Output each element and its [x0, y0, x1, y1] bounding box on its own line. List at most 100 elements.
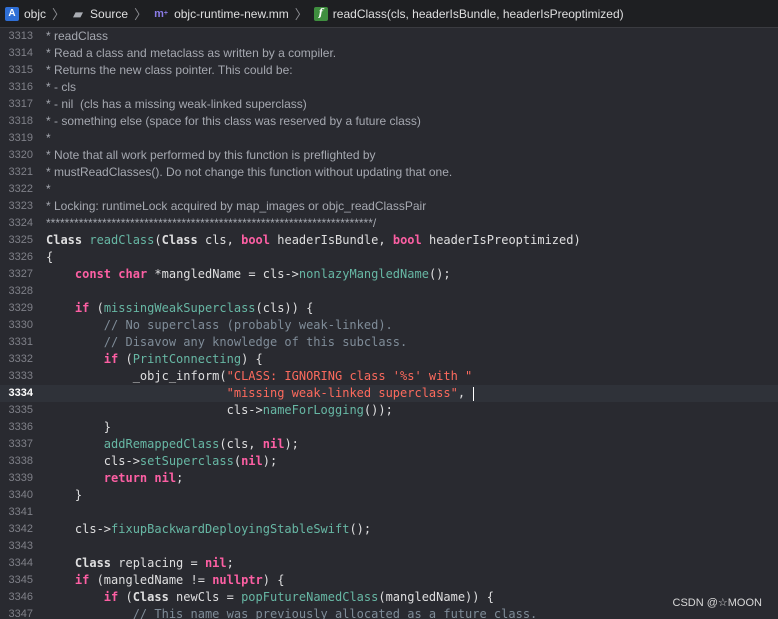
code-token: if [74, 573, 90, 587]
code-token: (cls)) { [255, 301, 314, 315]
code-token: ); [284, 437, 299, 451]
code-token: popFutureNamedClass [241, 590, 379, 604]
code-token: Class [46, 233, 90, 247]
breadcrumb-folder[interactable]: ▰ Source [71, 7, 128, 21]
code-text: if (missingWeakSuperclass(cls)) { [46, 300, 313, 317]
code-token: (); [349, 522, 372, 536]
code-token: headerIsPreoptimized) [421, 233, 581, 247]
code-text: cls->nameForLogging()); [46, 402, 393, 419]
line-number: 3337 [8, 438, 33, 450]
code-token: return [103, 471, 148, 485]
code-token: ); [262, 454, 278, 468]
doc-comment-text: * - nil (cls has a missing weak-linked s… [46, 97, 307, 111]
code-line[interactable]: 3329 if (missingWeakSuperclass(cls)) { [0, 300, 778, 317]
code-token: _objc_inform( [46, 369, 227, 383]
code-line[interactable]: 3318 * - something else (space for this c… [0, 113, 778, 130]
code-text: cls->fixupBackwardDeployingStableSwift()… [46, 521, 371, 538]
code-line[interactable]: 3327 const char *mangledName = cls->nonl… [0, 266, 778, 283]
code-line[interactable]: 3347 // This name was previously allocat… [0, 606, 778, 619]
code-token: ( [89, 301, 104, 315]
code-line[interactable]: 3324 ************************************… [0, 215, 778, 232]
code-line[interactable]: 3343 [0, 538, 778, 555]
code-token: "CLASS: IGNORING class '%s' with " [226, 369, 473, 383]
code-line[interactable]: 3325 Class readClass(Class cls, bool head… [0, 232, 778, 249]
code-token: nil [154, 471, 177, 485]
code-line[interactable]: 3315 * Returns the new class pointer. Thi… [0, 62, 778, 79]
code-token: fixupBackwardDeployingStableSwift [111, 522, 350, 536]
code-line[interactable]: 3332 if (PrintConnecting) { [0, 351, 778, 368]
code-token: ) { [241, 352, 263, 366]
code-line[interactable]: 3313 * readClass [0, 28, 778, 45]
code-line[interactable]: 3333 _objc_inform("CLASS: IGNORING class… [0, 368, 778, 385]
code-line[interactable]: 3316 * - cls [0, 79, 778, 96]
code-line[interactable]: 3328 [0, 283, 778, 300]
breadcrumb-symbol[interactable]: f readClass(cls, headerIsBundle, headerI… [313, 6, 624, 21]
code-line[interactable]: 3323 * Locking: runtimeLock acquired by m… [0, 198, 778, 215]
code-line[interactable]: 3339 return nil; [0, 470, 778, 487]
breadcrumb-folder-label: Source [90, 6, 129, 21]
code-line[interactable]: 3314 * Read a class and metaclass as writ… [0, 45, 778, 62]
code-token: PrintConnecting [132, 352, 242, 366]
doc-comment-text: * [46, 131, 51, 145]
code-token: (mangledName != [89, 573, 213, 587]
doc-comment-text: ****************************************… [46, 216, 377, 230]
code-line[interactable]: 3321 * mustReadClasses(). Do not change t… [0, 164, 778, 181]
code-text: if (PrintConnecting) { [46, 351, 263, 368]
code-line[interactable]: 3330 // No superclass (probably weak-lin… [0, 317, 778, 334]
code-line[interactable]: 3317 * - nil (cls has a missing weak-link… [0, 96, 778, 113]
code-token: } [46, 488, 83, 502]
line-number: 3324 [8, 217, 33, 229]
code-line[interactable]: 3341 [0, 504, 778, 521]
code-line[interactable]: 3336 } [0, 419, 778, 436]
code-text: // No superclass (probably weak-linked). [46, 317, 393, 334]
line-number: 3332 [8, 353, 33, 365]
code-token: cls, [197, 233, 242, 247]
code-line[interactable]: 3345 if (mangledName != nullptr) { [0, 572, 778, 589]
code-line[interactable]: 3320 * Note that all work performed by th… [0, 147, 778, 164]
code-token: addRemappedClass [103, 437, 220, 451]
code-line[interactable]: 3322 * [0, 181, 778, 198]
code-token: Class [74, 556, 112, 570]
code-token: ) { [262, 573, 285, 587]
code-line[interactable]: 3342 cls->fixupBackwardDeployingStableSw… [0, 521, 778, 538]
code-line[interactable]: 3331 // Disavow any knowledge of this su… [0, 334, 778, 351]
code-token: ()); [363, 403, 393, 417]
breadcrumb-project[interactable]: A objc [5, 6, 46, 21]
xcode-project-icon: A [5, 6, 19, 21]
jump-bar: A objc 〉 ▰ Source 〉 m + objc-runtime-new.… [0, 0, 778, 28]
line-number: 3325 [8, 234, 33, 246]
chevron-right-icon: 〉 [52, 7, 66, 22]
doc-comment-text: * Locking: runtimeLock acquired by map_i… [46, 199, 427, 213]
doc-comment-text: * mustReadClasses(). Do not change this … [46, 165, 453, 179]
line-number: 3317 [8, 98, 33, 110]
breadcrumb-file[interactable]: m + objc-runtime-new.mm [153, 7, 289, 21]
code-line[interactable]: 3344 Class replacing = nil; [0, 555, 778, 572]
code-line[interactable]: 3335 cls->nameForLogging()); [0, 402, 778, 419]
code-line[interactable]: 3340 } [0, 487, 778, 504]
source-editor[interactable]: 3313 * readClass 3314 * Read a class and me… [0, 28, 778, 619]
line-number: 3336 [8, 421, 33, 433]
code-line[interactable]: 3346 if (Class newCls = popFutureNamedCl… [0, 589, 778, 606]
code-text: addRemappedClass(cls, nil); [46, 436, 299, 453]
code-token: (); [428, 267, 451, 281]
code-line[interactable]: 3334 "missing weak-linked superclass", [0, 385, 778, 402]
code-token: // Disavow any knowledge of this subclas… [46, 335, 408, 349]
code-token: // No superclass (probably weak-linked). [46, 318, 393, 332]
code-line[interactable]: 3338 cls->setSuperclass(nil); [0, 453, 778, 470]
code-line[interactable]: 3319 * [0, 130, 778, 147]
code-line[interactable]: 3326 { [0, 249, 778, 266]
code-token: replacing = [111, 556, 205, 570]
doc-comment-text: * - cls [46, 80, 76, 94]
code-text: } [46, 487, 82, 504]
code-token: (cls, [219, 437, 263, 451]
code-token: { [46, 250, 54, 264]
code-token: Class [132, 590, 169, 604]
code-line[interactable]: 3337 addRemappedClass(cls, nil); [0, 436, 778, 453]
code-token: nullptr [212, 573, 263, 587]
